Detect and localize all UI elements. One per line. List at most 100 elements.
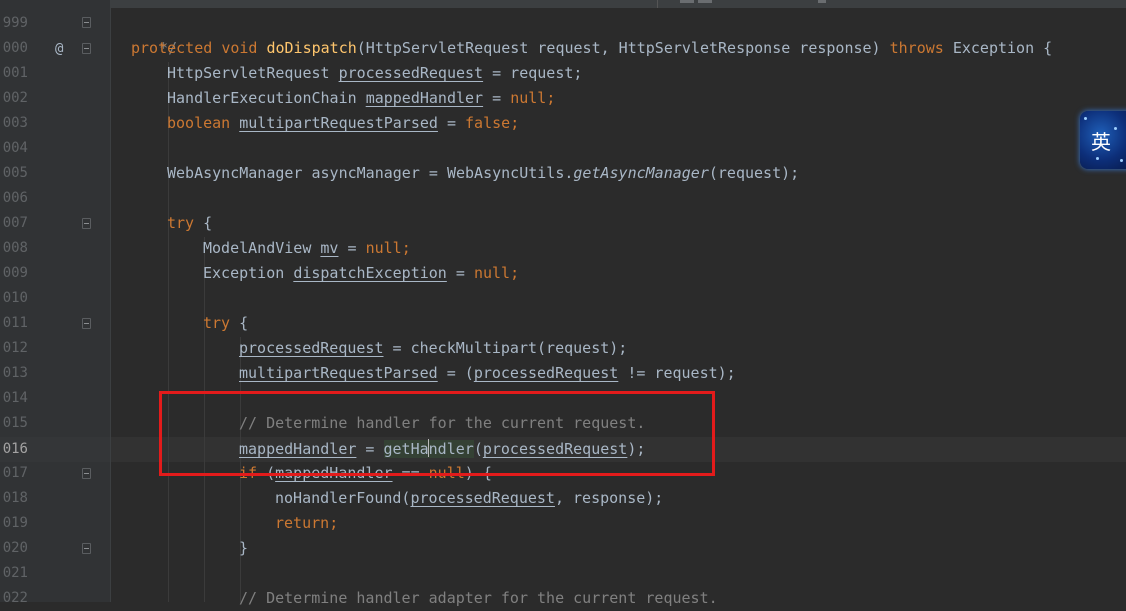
toolbar-separator bbox=[657, 0, 658, 8]
keyword: null bbox=[473, 264, 511, 282]
code-text: = request; bbox=[483, 64, 583, 82]
line-number: 004 bbox=[2, 140, 28, 156]
ime-label: 英 bbox=[1091, 129, 1111, 154]
code-line-1020[interactable]: } bbox=[239, 536, 248, 561]
code-line-999[interactable]: */ bbox=[141, 11, 177, 57]
keyword: throws bbox=[889, 39, 944, 57]
code-text: (request); bbox=[708, 164, 800, 182]
variable-name: multipartRequestParsed bbox=[239, 114, 438, 132]
line-number: 000 bbox=[2, 40, 28, 56]
line-number: 005 bbox=[2, 165, 28, 181]
indent-guide bbox=[168, 62, 169, 602]
code-text: = bbox=[437, 114, 466, 132]
toolbar-icon-partial[interactable] bbox=[680, 0, 694, 3]
line-number: 008 bbox=[2, 240, 28, 256]
keyword: null bbox=[365, 239, 402, 257]
code-line-1008[interactable]: ModelAndView mv = null; bbox=[203, 236, 411, 261]
code-line-1002[interactable]: HandlerExecutionChain mappedHandler = nu… bbox=[167, 86, 555, 111]
code-text: WebAsyncManager asyncManager = WebAsyncU… bbox=[167, 164, 574, 182]
keyword: try bbox=[203, 314, 231, 332]
line-number: 006 bbox=[2, 190, 28, 206]
code-line-1011[interactable]: try { bbox=[203, 311, 248, 336]
gutter-separator bbox=[110, 0, 111, 602]
fold-marker-icon[interactable] bbox=[82, 318, 91, 329]
code-line-1013[interactable]: multipartRequestParsed = (processedReque… bbox=[239, 361, 736, 386]
code-line-1018[interactable]: noHandlerFound(processedRequest, respons… bbox=[275, 486, 663, 511]
line-number-current: 016 bbox=[2, 441, 28, 457]
code-text: Exception { bbox=[943, 39, 1053, 57]
code-text: ModelAndView bbox=[203, 239, 321, 257]
line-number: 011 bbox=[2, 315, 28, 331]
code-text: != request); bbox=[618, 364, 736, 382]
code-text: = bbox=[338, 239, 366, 257]
line-number: 018 bbox=[2, 490, 28, 506]
fold-marker-icon[interactable] bbox=[82, 543, 91, 554]
variable-name: processedRequest bbox=[239, 339, 384, 357]
fold-marker-icon[interactable] bbox=[82, 468, 91, 479]
keyword: void bbox=[221, 39, 258, 57]
method-name: doDispatch bbox=[266, 39, 357, 57]
override-marker-icon[interactable]: @ bbox=[55, 40, 63, 58]
line-number: 012 bbox=[2, 340, 28, 356]
code-line-1012[interactable]: processedRequest = checkMultipart(reques… bbox=[239, 336, 627, 361]
red-annotation-box bbox=[159, 391, 715, 476]
line-number: 017 bbox=[2, 465, 28, 481]
code-line-1019[interactable]: return; bbox=[275, 511, 338, 536]
code-text: ; bbox=[510, 114, 520, 132]
fold-marker-icon[interactable] bbox=[82, 218, 91, 229]
line-number: 013 bbox=[2, 365, 28, 381]
line-number: 003 bbox=[2, 115, 28, 131]
variable-name: mv bbox=[320, 239, 339, 257]
comment-text: // Determine handler adapter for the cur… bbox=[239, 589, 718, 607]
keyword: return bbox=[275, 514, 330, 532]
keyword: null bbox=[510, 89, 547, 107]
code-text: = bbox=[483, 89, 511, 107]
line-number: 007 bbox=[2, 215, 28, 231]
code-text: ; bbox=[510, 264, 520, 282]
code-text: = bbox=[446, 264, 474, 282]
line-number: 014 bbox=[2, 390, 28, 406]
variable-name: processedRequest bbox=[338, 64, 484, 82]
code-text: = ( bbox=[437, 364, 474, 382]
variable-name: multipartRequestParsed bbox=[239, 364, 438, 382]
keyword: false bbox=[465, 114, 511, 132]
code-text: (HttpServletRequest request, HttpServlet… bbox=[356, 39, 890, 57]
keyword: boolean bbox=[167, 114, 231, 132]
editor-top-strip bbox=[111, 0, 1126, 8]
ime-language-badge[interactable]: 英 bbox=[1080, 111, 1126, 169]
code-line-1007[interactable]: try { bbox=[167, 211, 212, 236]
line-number: 999 bbox=[2, 15, 28, 31]
fold-marker-icon[interactable] bbox=[82, 17, 91, 28]
code-line-1009[interactable]: Exception dispatchException = null; bbox=[203, 261, 519, 286]
line-number: 009 bbox=[2, 265, 28, 281]
code-text: = checkMultipart(request); bbox=[383, 339, 628, 357]
line-number: 019 bbox=[2, 515, 28, 531]
code-line-1000[interactable]: protected void doDispatch(HttpServletReq… bbox=[131, 36, 1052, 61]
line-number: 022 bbox=[2, 590, 28, 606]
code-text: Exception bbox=[203, 264, 294, 282]
keyword: protected bbox=[131, 39, 213, 57]
line-number: 001 bbox=[2, 65, 28, 81]
line-number: 020 bbox=[2, 540, 28, 556]
fold-marker-icon[interactable] bbox=[82, 43, 91, 54]
code-text: HttpServletRequest bbox=[167, 64, 339, 82]
variable-name: mappedHandler bbox=[365, 89, 484, 107]
code-line-1003[interactable]: boolean multipartRequestParsed = false; bbox=[167, 111, 519, 136]
code-line-1022[interactable]: // Determine handler adapter for the cur… bbox=[239, 586, 718, 611]
line-number: 002 bbox=[2, 90, 28, 106]
line-number: 021 bbox=[2, 565, 28, 581]
toolbar-search-icon-partial[interactable] bbox=[818, 0, 826, 3]
line-number: 015 bbox=[2, 415, 28, 431]
code-line-1001[interactable]: HttpServletRequest processedRequest = re… bbox=[167, 61, 582, 86]
variable-name: dispatchException bbox=[293, 264, 447, 282]
keyword: try bbox=[167, 214, 195, 232]
code-text: HandlerExecutionChain bbox=[167, 89, 366, 107]
code-text: ; bbox=[329, 514, 339, 532]
code-text: { bbox=[194, 214, 213, 232]
code-line-1005[interactable]: WebAsyncManager asyncManager = WebAsyncU… bbox=[167, 161, 799, 186]
code-text: } bbox=[239, 539, 249, 557]
variable-name: processedRequest bbox=[473, 364, 619, 382]
code-text: ; bbox=[546, 89, 556, 107]
code-text: { bbox=[230, 314, 249, 332]
